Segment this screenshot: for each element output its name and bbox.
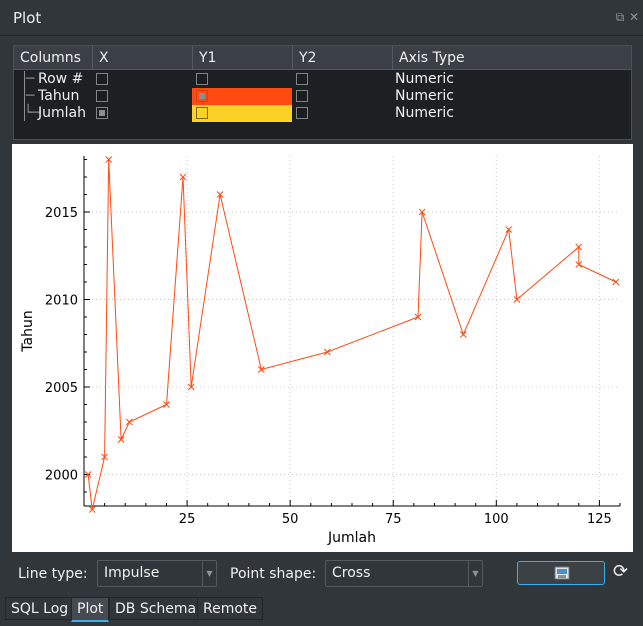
y2-checkbox[interactable]	[296, 73, 308, 85]
axis-type: Numeric	[395, 88, 454, 104]
plot-canvas[interactable]: 25 50 75 100 125 2000 2005 2010 2015 Jumlah Tahun	[12, 144, 633, 552]
header-x[interactable]: X	[93, 46, 193, 70]
row-name: Row #	[38, 71, 84, 87]
tab-plot[interactable]: Plot	[71, 597, 110, 622]
columns-table: Columns X Y1 Y2 Axis Type ─ Row # Numeri…	[13, 45, 632, 140]
x-tick-label: 100	[484, 512, 509, 527]
y1-checkbox[interactable]	[196, 107, 208, 119]
chart-svg: 25 50 75 100 125 2000 2005 2010 2015 Jumlah Tahun	[20, 156, 621, 546]
y-axis-label: Tahun	[20, 310, 36, 352]
line-type-label: Line type:	[18, 566, 88, 582]
x-tick-label: 75	[385, 512, 402, 527]
line-type-value: Impulse	[104, 565, 160, 581]
header-y1[interactable]: Y1	[193, 46, 293, 70]
data-point	[126, 418, 133, 426]
x-tick-label: 50	[282, 512, 299, 527]
axis-type: Numeric	[395, 71, 454, 87]
table-row[interactable]: ─ Row # Numeric	[14, 71, 631, 88]
y1-checkbox[interactable]	[196, 90, 208, 102]
x-checkbox[interactable]	[96, 90, 108, 102]
header-columns[interactable]: Columns	[14, 46, 93, 70]
save-image-icon	[554, 566, 570, 580]
refresh-icon[interactable]: ⟳	[613, 562, 631, 582]
plot-dock-titlebar: Plot ⧉ ✕	[0, 0, 643, 36]
x-tick-label: 25	[179, 512, 196, 527]
chevron-down-icon: ▼	[468, 561, 482, 586]
close-icon[interactable]: ✕	[628, 11, 640, 23]
save-plot-button[interactable]	[517, 561, 605, 585]
x-axis-label: Jumlah	[327, 530, 376, 546]
y2-checkbox[interactable]	[296, 107, 308, 119]
header-y2[interactable]: Y2	[293, 46, 393, 70]
dock-title: Plot	[13, 9, 42, 27]
x-checkbox[interactable]	[96, 107, 108, 119]
y-tick-label: 2010	[45, 294, 78, 309]
chevron-down-icon: ▼	[202, 561, 216, 586]
tab-remote[interactable]: Remote	[197, 597, 264, 620]
y-tick-label: 2015	[45, 206, 78, 221]
axis-type: Numeric	[395, 105, 454, 121]
tab-sql-log[interactable]: SQL Log	[5, 597, 75, 620]
tab-db-schema[interactable]: DB Schema	[109, 597, 203, 620]
line-type-select[interactable]: Impulse ▼	[97, 560, 217, 587]
y2-checkbox[interactable]	[296, 90, 308, 102]
table-row[interactable]: └─ Jumlah Numeric	[14, 105, 631, 122]
y-tick-label: 2005	[45, 381, 78, 396]
table-row[interactable]: ─ Tahun Numeric	[14, 88, 631, 105]
data-point	[612, 278, 620, 286]
point-shape-select[interactable]: Cross ▼	[325, 560, 483, 587]
row-name: Jumlah	[38, 105, 86, 121]
y1-checkbox[interactable]	[196, 73, 208, 85]
point-shape-label: Point shape:	[230, 566, 317, 582]
header-axis-type[interactable]: Axis Type	[393, 46, 633, 70]
row-name: Tahun	[38, 88, 80, 104]
point-shape-value: Cross	[332, 565, 371, 581]
columns-table-header: Columns X Y1 Y2 Axis Type	[14, 46, 631, 70]
data-point	[323, 348, 331, 356]
float-icon[interactable]: ⧉	[614, 11, 626, 23]
bottom-tabs: SQL Log Plot DB Schema Remote	[0, 597, 643, 626]
x-checkbox[interactable]	[96, 73, 108, 85]
data-point	[459, 331, 467, 338]
x-tick-label: 125	[587, 512, 612, 527]
y-tick-label: 2000	[45, 469, 78, 484]
